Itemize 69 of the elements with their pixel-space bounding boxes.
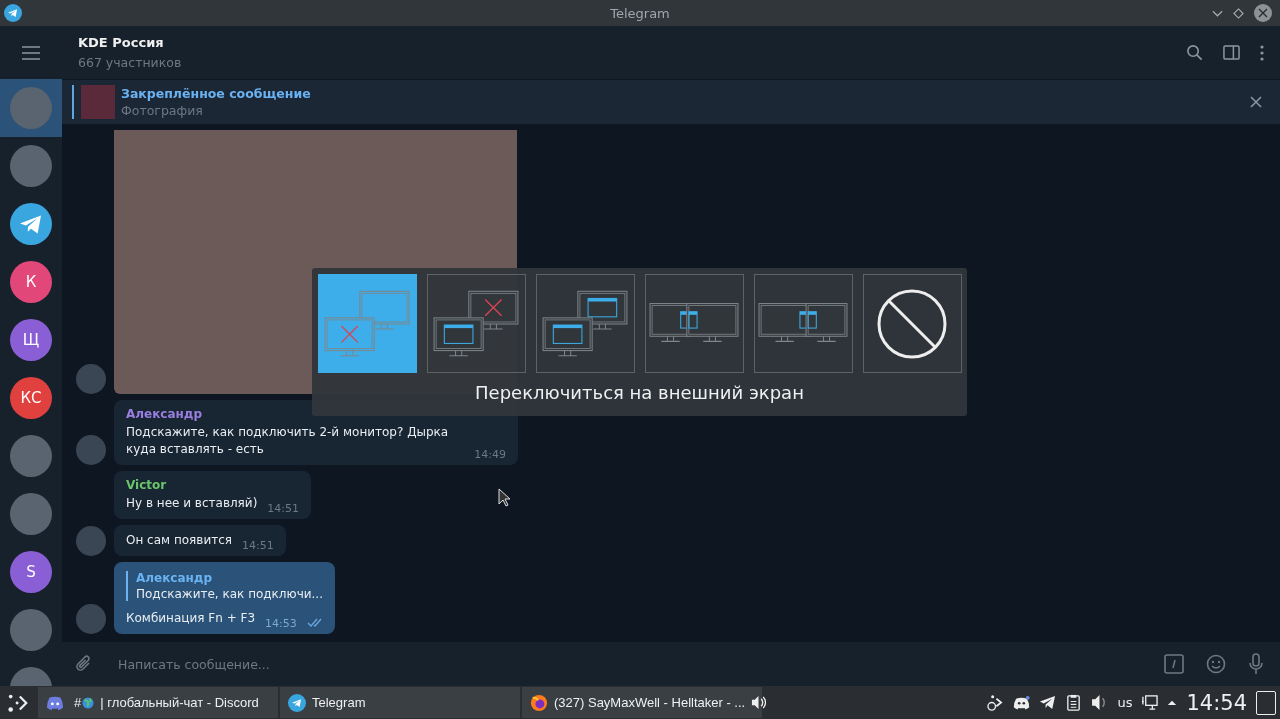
message-time: 14:53: [265, 617, 297, 630]
chat-list-item[interactable]: К: [0, 253, 62, 311]
close-icon[interactable]: [1250, 96, 1262, 108]
avatar-placeholder: [10, 145, 52, 187]
avatar-placeholder: [10, 435, 52, 477]
message-time: 14:51: [267, 502, 300, 515]
task-label: | глобальный-чат - Discord: [100, 695, 259, 710]
more-icon[interactable]: [1260, 44, 1264, 61]
photo-thumbnail: [81, 85, 115, 119]
arrow-up-icon[interactable]: [1167, 699, 1178, 706]
taskbar-task[interactable]: # | глобальный-чат - Discord: [38, 687, 278, 718]
chat-title: KDE Россия: [78, 35, 165, 50]
window-title: Telegram: [610, 5, 670, 21]
game-controller-icon[interactable]: [1013, 694, 1031, 711]
slash-command-icon[interactable]: [1164, 654, 1184, 674]
diamond-icon[interactable]: [1233, 7, 1244, 19]
channel-prefix: #: [74, 695, 82, 710]
popup-caption: Переключиться на внешний экран: [475, 382, 804, 403]
message-time: 14:51: [242, 539, 274, 552]
pinned-message-title[interactable]: Закреплённое сообщение: [121, 86, 311, 101]
clock[interactable]: 14:54: [1186, 690, 1247, 715]
taskbar-task[interactable]: Telegram: [280, 687, 520, 718]
reply-quote[interactable]: Александр Подскажите, как подключи...: [126, 571, 323, 601]
display-mode-button[interactable]: [535, 274, 635, 373]
message-author: Victor: [126, 478, 168, 492]
avatar-placeholder: [10, 609, 52, 651]
keyboard-layout[interactable]: us: [1117, 695, 1133, 710]
show-desktop-button[interactable]: [1256, 690, 1276, 715]
paper-plane-icon: [288, 693, 306, 712]
message-input-field[interactable]: Написать сообщение...: [116, 655, 1142, 673]
reply-text: Подскажите, как подключи...: [136, 587, 323, 601]
network-share-icon[interactable]: [987, 694, 1005, 711]
chat-list-item[interactable]: КС: [0, 369, 62, 427]
message-text: Комбинация Fn + F3: [126, 610, 256, 627]
chat-avatar: Щ: [10, 319, 52, 361]
message-text: Он сам появится: [126, 532, 232, 549]
message-text: Ну в нее и вставляй): [126, 495, 258, 512]
message-author: Александр: [126, 407, 204, 421]
sidebar-panel-icon[interactable]: [1223, 44, 1240, 61]
mouse-cursor-icon: [498, 488, 510, 507]
message-time: 14:49: [474, 448, 506, 461]
clipboard-icon[interactable]: [1065, 694, 1083, 711]
search-icon[interactable]: [1186, 44, 1203, 61]
message-composer[interactable]: Написать сообщение...: [62, 642, 1280, 686]
speaker-icon[interactable]: [751, 695, 767, 710]
paper-plane-icon[interactable]: [1039, 694, 1057, 711]
message-text: Подскажите, как подключить 2-й монитор? Дырка куда вставлять - есть: [126, 424, 450, 458]
reply-author: Александр: [136, 571, 214, 585]
chat-list-item[interactable]: S: [0, 543, 62, 601]
chat-avatar: КС: [10, 377, 52, 419]
task-label: (327) SayMaxWell - Helltaker - ...: [554, 695, 746, 710]
telegram-logo-icon: [4, 4, 22, 22]
smiley-icon[interactable]: [1206, 654, 1226, 674]
globe-icon: [82, 696, 95, 709]
paper-plane-avatar-icon: [10, 203, 52, 245]
task-label: Telegram: [312, 695, 366, 710]
display-mode-button[interactable]: [862, 274, 962, 373]
avatar-placeholder: [10, 87, 52, 129]
chat-list-item[interactable]: Щ: [0, 311, 62, 369]
member-count: 667 участников: [78, 55, 182, 70]
pinned-message-text: Фотография: [121, 103, 204, 118]
microphone-icon[interactable]: [1248, 653, 1264, 675]
network-icon[interactable]: [1141, 694, 1159, 711]
no-entry-icon: [877, 288, 947, 359]
menu-icon: [22, 45, 40, 60]
chat-avatar: К: [10, 261, 52, 303]
avatar-placeholder: [10, 493, 52, 535]
close-icon[interactable]: [1254, 4, 1272, 22]
chat-avatar: S: [10, 551, 52, 593]
